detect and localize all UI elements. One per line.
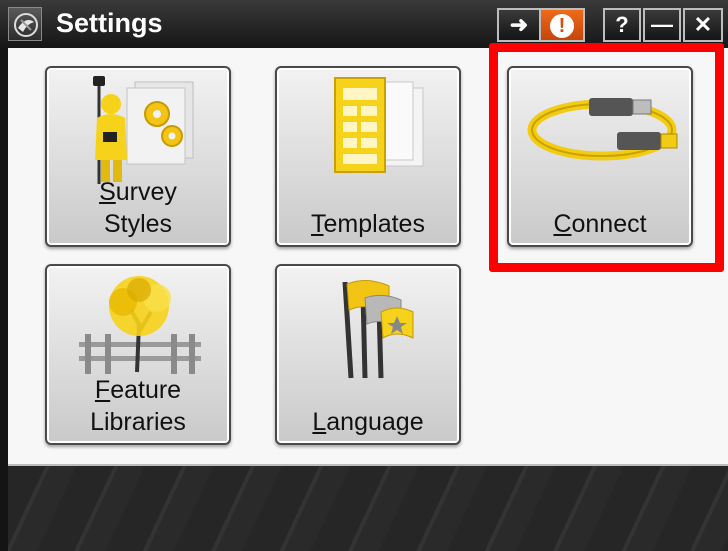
minimize-button[interactable]: —	[643, 8, 681, 42]
feature-libraries-label: Feature Libraries	[90, 376, 186, 436]
alert-button[interactable]: !	[539, 8, 585, 42]
language-label: Language	[312, 408, 424, 436]
document-templates-icon	[334, 77, 424, 173]
login-button[interactable]: ➜	[497, 8, 539, 42]
templates-button[interactable]: Templates	[275, 66, 461, 247]
help-icon: ?	[615, 12, 629, 37]
help-button[interactable]: ?	[603, 8, 641, 42]
alert-icon: !	[550, 14, 574, 38]
title-bar: Settings ➜ ! ? — ✕	[0, 0, 728, 48]
language-button[interactable]: Language	[275, 264, 461, 445]
app-logo-icon[interactable]	[8, 7, 42, 41]
survey-styles-label: Survey Styles	[99, 178, 177, 238]
close-button[interactable]: ✕	[683, 8, 723, 42]
window-left-edge	[0, 48, 8, 551]
minimize-icon: —	[651, 12, 673, 37]
footer-bar	[8, 466, 728, 551]
surveyor-gears-icon	[93, 76, 194, 184]
tree-fence-icon	[79, 276, 201, 374]
survey-styles-button[interactable]: Survey Styles	[45, 66, 231, 247]
usb-cable-icon	[527, 98, 678, 161]
connect-label: Connect	[553, 210, 647, 238]
close-icon: ✕	[693, 12, 713, 37]
feature-libraries-button[interactable]: Feature Libraries	[45, 264, 231, 445]
templates-label: Templates	[311, 210, 425, 238]
flags-icon	[342, 280, 414, 379]
login-arrow-icon: ➜	[509, 12, 529, 37]
connect-button[interactable]: Connect	[507, 66, 693, 247]
window-title: Settings	[56, 8, 163, 38]
